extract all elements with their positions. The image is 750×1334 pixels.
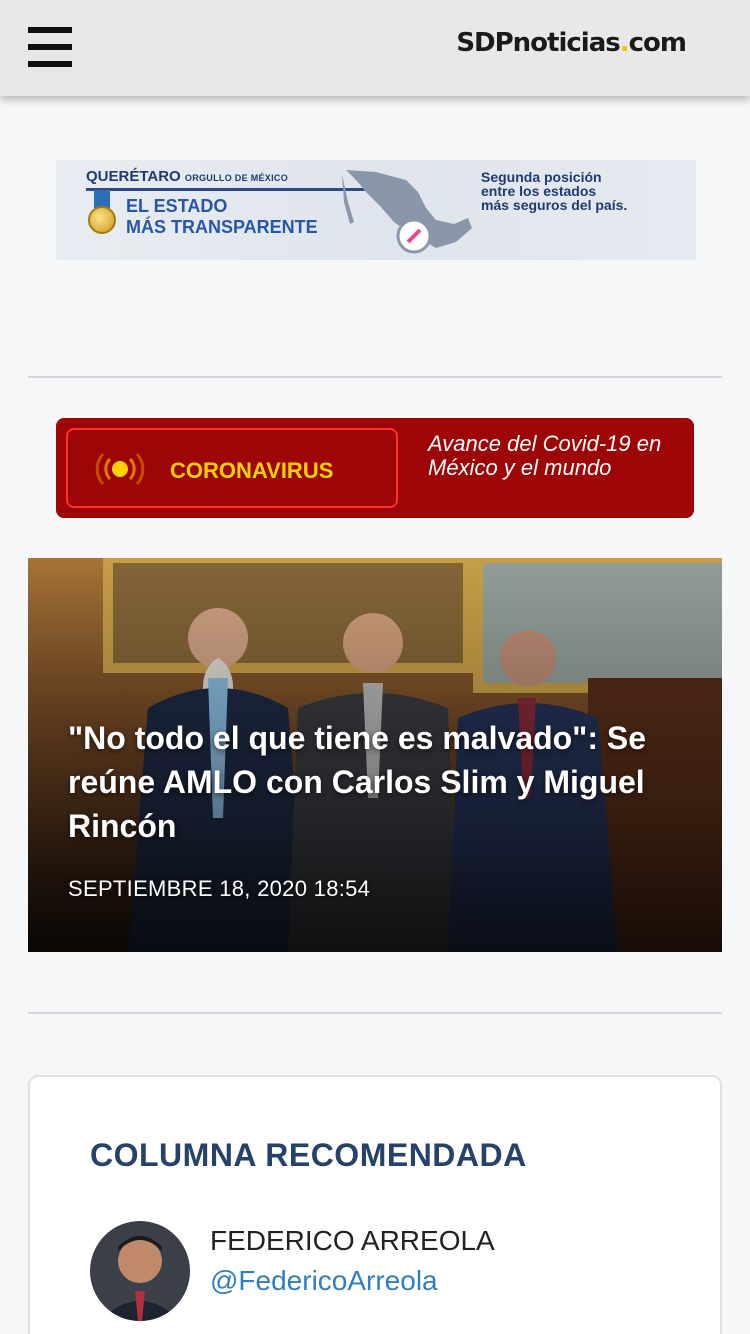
coronavirus-label: CORONAVIRUS bbox=[170, 458, 334, 483]
site-logo[interactable]: SDPnoticias.com bbox=[456, 28, 687, 58]
ad-state: QUERÉTARO ORGULLO DE MÉXICO bbox=[86, 168, 288, 185]
coronavirus-banner[interactable]: CORONAVIRUS Avance del Covid-19 en Méxic… bbox=[56, 418, 694, 518]
author-name[interactable]: FEDERICO ARREOLA bbox=[210, 1225, 495, 1257]
logo-tld: com bbox=[628, 28, 687, 58]
ad-right-line3: más seguros del país. bbox=[481, 197, 628, 213]
ad-state-name: QUERÉTARO bbox=[86, 168, 181, 185]
section-divider bbox=[28, 376, 722, 378]
recommended-column-card: COLUMNA RECOMENDADA FEDERICO ARREOLA @Fe… bbox=[28, 1075, 722, 1334]
ad-right-line1: Segunda posición bbox=[481, 169, 602, 185]
author-avatar[interactable] bbox=[90, 1221, 190, 1321]
coronavirus-label-box: CORONAVIRUS bbox=[66, 428, 398, 508]
coronavirus-description: Avance del Covid-19 en México y el mundo bbox=[428, 431, 662, 480]
section-divider bbox=[28, 1012, 722, 1014]
ad-right-line2: entre los estados bbox=[481, 183, 597, 199]
medal-icon bbox=[88, 206, 116, 234]
live-broadcast-icon bbox=[95, 452, 145, 486]
ad-state-tagline: ORGULLO DE MÉXICO bbox=[184, 173, 289, 183]
column-heading: COLUMNA RECOMENDADA bbox=[90, 1137, 527, 1173]
ad-underline bbox=[86, 188, 376, 191]
ad-title-line1: EL ESTADO bbox=[126, 196, 228, 216]
logo-main: SDPnoticias bbox=[456, 28, 620, 58]
ad-right-text: Segunda posición entre los estados más s… bbox=[481, 170, 681, 212]
hero-article[interactable]: "No todo el que tiene es malvado": Se re… bbox=[28, 558, 722, 952]
hero-date: SEPTIEMBRE 18, 2020 18:54 bbox=[68, 876, 371, 901]
hamburger-menu-icon[interactable] bbox=[28, 27, 72, 69]
top-header: SDPnoticias.com bbox=[0, 0, 750, 96]
hero-headline[interactable]: "No todo el que tiene es malvado": Se re… bbox=[68, 716, 688, 848]
mexico-map-icon bbox=[342, 170, 472, 254]
ad-title-line2: MÁS TRANSPARENTE bbox=[126, 217, 318, 237]
ad-banner[interactable]: QUERÉTARO ORGULLO DE MÉXICO EL ESTADO MÁ… bbox=[56, 160, 696, 260]
author-handle-link[interactable]: @FedericoArreola bbox=[210, 1265, 438, 1297]
logo-dot: . bbox=[619, 28, 630, 58]
